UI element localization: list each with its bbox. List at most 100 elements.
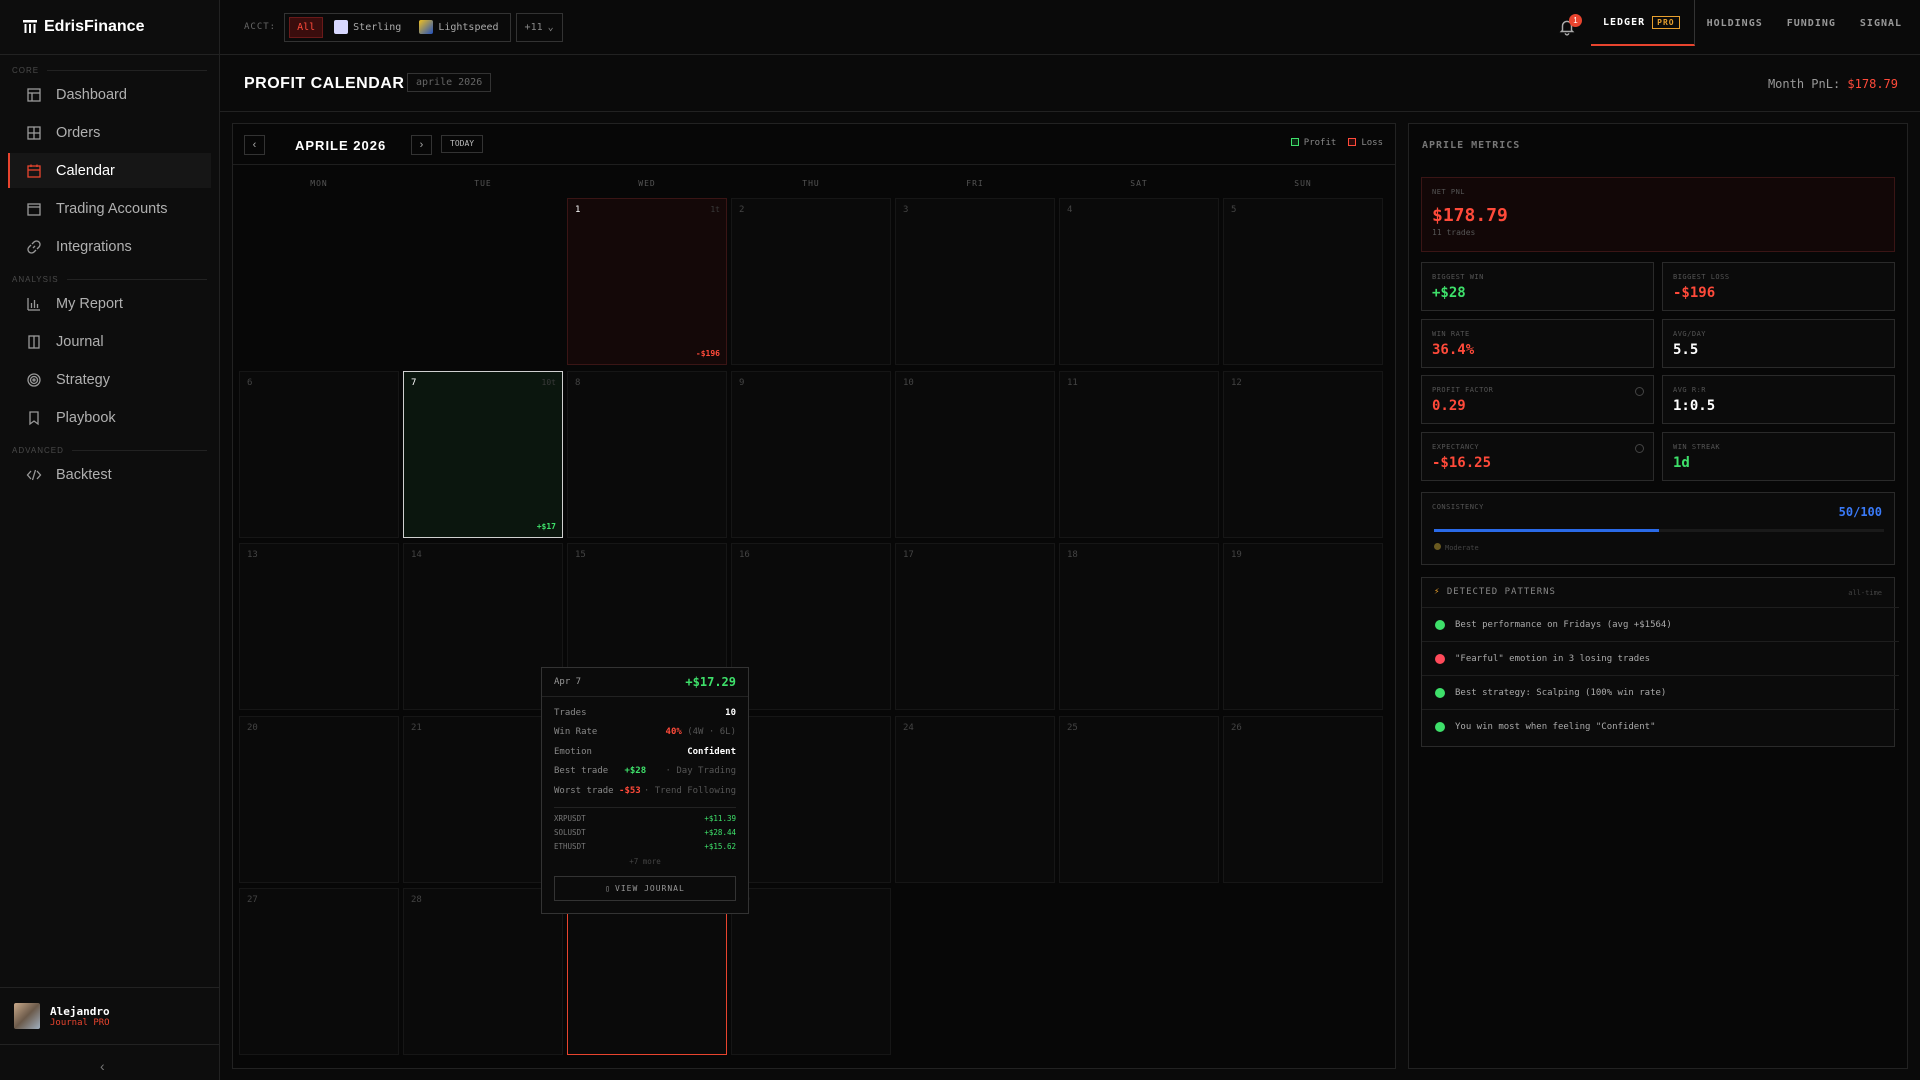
tooltip-row-winrate: Win Rate 40% (4W · 6L) <box>542 723 748 743</box>
account-chip-all[interactable]: All <box>289 16 324 38</box>
lightspeed-icon <box>419 20 434 34</box>
card-label: BIGGEST LOSS <box>1673 273 1730 281</box>
sidebar-item-calendar[interactable]: Calendar <box>8 153 211 188</box>
sidebar-item-orders[interactable]: Orders <box>8 115 211 150</box>
tab-label: LEDGER <box>1603 16 1646 28</box>
calendar-day-cell[interactable]: 12 <box>1223 370 1383 538</box>
symbol: SOLUSDT <box>554 828 586 837</box>
title-label: DETECTED PATTERNS <box>1446 587 1556 597</box>
sidebar-item-integrations[interactable]: Integrations <box>8 229 211 264</box>
legend-label: Loss <box>1361 138 1383 148</box>
day-number: 18 <box>1067 550 1078 560</box>
calendar-day-cell[interactable]: 2 <box>731 198 891 365</box>
calendar-day-cell[interactable]: 20 <box>239 715 399 883</box>
card-value: 36.4% <box>1432 341 1475 358</box>
calendar-day-cell[interactable]: 26 <box>1223 715 1383 883</box>
calendar-day-cell[interactable]: 3 <box>895 198 1055 365</box>
book-icon <box>28 334 40 349</box>
logo[interactable]: EdrisFinance <box>0 0 219 55</box>
pattern-text: Best strategy: Scalping (100% win rate) <box>1455 687 1667 698</box>
pattern-item: Best strategy: Scalping (100% win rate) <box>1422 675 1899 709</box>
view-journal-button[interactable]: ▯ VIEW JOURNAL <box>554 875 736 901</box>
link-icon <box>27 239 41 254</box>
calendar-day-cell[interactable]: 9 <box>731 370 891 538</box>
net-pnl-value: $178.79 <box>1432 205 1508 226</box>
row-label: Win Rate <box>554 727 598 738</box>
user-profile[interactable]: Alejandro Journal PRO <box>0 987 219 1045</box>
metric-card: EXPECTANCY -$16.25 <box>1421 431 1654 481</box>
tooltip-symbol-row: XRPUSDT +$11.39 <box>542 812 748 826</box>
chip-label: All <box>297 21 316 33</box>
calendar-day-cell[interactable]: 6 <box>239 370 399 538</box>
today-button[interactable]: TODAY <box>441 135 484 153</box>
sidebar-item-playbook[interactable]: Playbook <box>8 400 211 435</box>
account-chip-sterling[interactable]: Sterling <box>327 17 408 38</box>
sidebar-item-journal[interactable]: Journal <box>8 324 211 359</box>
calendar-day-cell[interactable]: 17 <box>895 543 1055 710</box>
sidebar-item-strategy[interactable]: Strategy <box>8 362 211 397</box>
day-pnl: +$17 <box>536 521 556 531</box>
calendar-day-cell[interactable]: 10 <box>895 370 1055 538</box>
sidebar-item-label: Dashboard <box>56 86 127 103</box>
code-icon <box>26 469 42 480</box>
calendar-day-cell[interactable]: 24 <box>895 715 1055 883</box>
more-accounts-dropdown[interactable]: +11 ⌄ <box>515 12 563 42</box>
day-number: 27 <box>247 895 258 905</box>
winrate-detail: (4W · 6L) <box>687 727 736 738</box>
tab-holdings[interactable]: HOLDINGS <box>1695 0 1775 46</box>
tooltip-row-trades: Trades 10 <box>542 703 748 723</box>
calendar-day-cell[interactable]: 1 1t -$196 <box>567 198 727 365</box>
calendar-day-cell[interactable]: 19 <box>1223 543 1383 710</box>
consistency-bar <box>1434 529 1659 532</box>
calendar-day-cell[interactable]: 4 <box>1059 198 1219 365</box>
info-icon[interactable] <box>1635 443 1644 453</box>
calendar-day-cell[interactable]: 5 <box>1223 198 1383 365</box>
trade-count: 1t <box>710 205 720 214</box>
next-month-button[interactable]: › <box>411 135 432 155</box>
symbol-pnl: +$15.62 <box>704 842 736 851</box>
net-pnl-trades: 11 trades <box>1432 228 1476 237</box>
tooltip-date: Apr 7 <box>554 677 582 687</box>
sidebar-item-my-report[interactable]: My Report <box>8 286 211 321</box>
collapse-sidebar-button[interactable]: ‹ <box>100 1058 105 1074</box>
calendar-day-cell[interactable]: 30 <box>731 888 891 1055</box>
calendar-day-cell[interactable]: 16 <box>731 543 891 710</box>
divider <box>71 450 207 451</box>
legend-label: Profit <box>1303 138 1337 148</box>
calendar-day-cell[interactable]: 14 <box>403 543 563 710</box>
calendar-day-cell[interactable]: 18 <box>1059 543 1219 710</box>
bookmark-icon <box>29 410 39 425</box>
tab-ledger[interactable]: LEDGER PRO <box>1591 0 1695 46</box>
app-name: EdrisFinance <box>44 18 145 35</box>
chevron-right-icon: › <box>419 139 424 151</box>
day-pnl: -$196 <box>695 349 720 358</box>
sidebar-item-backtest[interactable]: Backtest <box>8 457 211 492</box>
account-chip-lightspeed[interactable]: Lightspeed <box>412 17 505 38</box>
calendar-day-cell[interactable]: 23 <box>731 715 891 883</box>
day-number: 28 <box>411 895 422 905</box>
patterns-card: ⚡ DETECTED PATTERNS all-time Best perfor… <box>1421 577 1899 747</box>
symbol-pnl: +$11.39 <box>704 814 736 823</box>
info-icon[interactable] <box>1635 387 1644 396</box>
calendar-day-cell[interactable]: 21 <box>403 715 563 883</box>
calendar-day-cell[interactable]: 25 <box>1059 715 1219 883</box>
metric-card: AVG/DAY 5.5 <box>1662 318 1895 368</box>
tab-funding[interactable]: FUNDING <box>1775 0 1848 46</box>
calendar-day-cell[interactable]: 27 <box>239 888 399 1055</box>
calendar-day-cell[interactable]: 8 <box>567 370 727 538</box>
more-count: +11 <box>524 21 543 33</box>
metrics-panel: APRILE METRICS NET PNL $178.79 11 trades… <box>1408 123 1908 1069</box>
prev-month-button[interactable]: ‹ <box>244 135 265 155</box>
month-pnl: Month PnL: $178.79 <box>1768 77 1898 91</box>
sidebar-item-dashboard[interactable]: Dashboard <box>8 77 211 112</box>
calendar-day-cell[interactable]: 7 10t +$17 <box>403 370 563 538</box>
row-label: Best trade <box>554 766 609 777</box>
calendar-day-cell[interactable]: 11 <box>1059 370 1219 538</box>
calendar-day-cell[interactable]: 28 <box>403 888 563 1055</box>
day-number: 19 <box>1231 550 1242 560</box>
calendar-day-cell[interactable]: 13 <box>239 543 399 710</box>
pattern-text: "Fearful" emotion in 3 losing trades <box>1455 653 1651 664</box>
tooltip-symbol-row: SOLUSDT +$28.44 <box>542 826 748 840</box>
tab-signal[interactable]: SIGNAL <box>1848 0 1914 46</box>
sidebar-item-trading-accounts[interactable]: Trading Accounts <box>8 191 211 226</box>
